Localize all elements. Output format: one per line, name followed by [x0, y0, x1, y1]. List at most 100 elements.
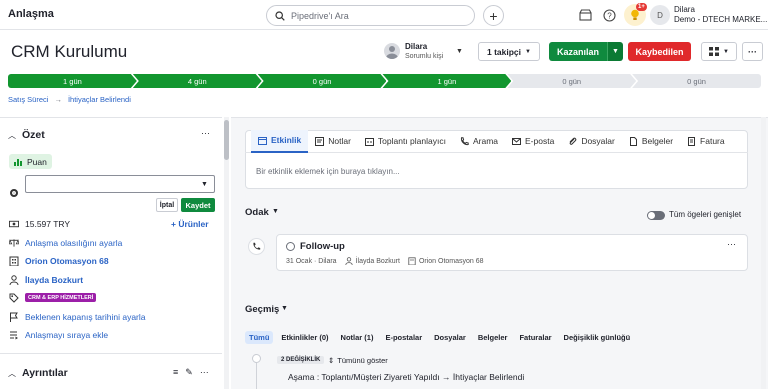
owner-name[interactable]: Dilara	[405, 42, 427, 51]
tab-label: Dosyalar	[581, 136, 615, 146]
search-input[interactable]	[291, 10, 461, 21]
tab-label: E-posta	[525, 136, 555, 146]
marketplace-icon[interactable]	[577, 7, 593, 23]
complete-checkbox[interactable]	[286, 242, 295, 251]
owner-avatar[interactable]	[384, 43, 400, 59]
follow-label: 1 takipçi	[487, 46, 522, 57]
radio-icon[interactable]	[10, 189, 18, 197]
chevron-up-icon[interactable]: ︿	[8, 368, 16, 379]
pencil-icon[interactable]: ✎	[185, 367, 193, 378]
help-icon[interactable]: ?	[601, 7, 617, 23]
mail-icon	[512, 137, 522, 146]
history-title[interactable]: Geçmiş	[245, 304, 279, 315]
phone-call-icon	[248, 238, 265, 255]
history-filter[interactable]: Notlar (1)	[337, 331, 378, 344]
tab-phone[interactable]: Arama	[453, 130, 505, 153]
activity-card[interactable]	[276, 234, 748, 271]
filter-icon[interactable]: ≡	[173, 367, 178, 378]
pipeline-stage[interactable]: 4 gün	[133, 74, 262, 88]
building-icon	[9, 256, 19, 266]
lost-button[interactable]: Kaybedilen	[628, 42, 691, 61]
probability-link[interactable]: Anlaşma olasılığını ayarla	[25, 238, 122, 248]
tab-note[interactable]: Notlar	[308, 130, 358, 153]
focus-title[interactable]: Odak	[245, 207, 269, 218]
chevron-up-icon[interactable]: ︿	[8, 130, 16, 141]
tab-scheduler[interactable]: Toplantı planlayıcı	[358, 130, 453, 153]
history-filter[interactable]: Belgeler	[474, 331, 512, 344]
composer-input[interactable]: Bir etkinlik eklemek için buraya tıklayı…	[256, 167, 400, 176]
chevron-down-icon[interactable]: ▼	[272, 208, 279, 215]
person-icon	[344, 257, 353, 265]
cancel-button[interactable]: İptal	[156, 198, 178, 212]
tab-paperclip[interactable]: Dosyalar	[561, 130, 622, 153]
show-all-label: Tümünü göster	[337, 356, 388, 365]
search-box[interactable]	[266, 5, 475, 26]
invoice-icon	[687, 136, 696, 146]
tab-document[interactable]: Belgeler	[622, 130, 680, 153]
organization-link[interactable]: Orion Otomasyon 68	[25, 256, 109, 266]
value-select[interactable]	[25, 175, 215, 193]
more-icon[interactable]: ···	[200, 367, 209, 378]
follow-button[interactable]: 1 takipçi ▼	[478, 42, 540, 61]
history-filter[interactable]: Dosyalar	[430, 331, 470, 344]
tab-label: Belgeler	[641, 136, 674, 146]
tab-label: Etkinlik	[271, 135, 302, 145]
sequence-link[interactable]: Anlaşmayı sıraya ekle	[25, 330, 108, 340]
show-all-button[interactable]: ⇕ Tümünü göster	[328, 356, 388, 365]
pipeline-stage[interactable]: 0 gün	[632, 74, 761, 88]
details-actions: ≡ ✎ ···	[173, 367, 209, 378]
deal-tag[interactable]: CRM & ERP HİZMETLERİ	[25, 293, 97, 302]
tab-mail[interactable]: E-posta	[505, 130, 561, 153]
activity-person[interactable]: İlayda Bozkurt	[344, 257, 400, 265]
score-badge[interactable]: Puan	[9, 154, 52, 169]
pipeline-stage[interactable]: 0 gün	[507, 74, 636, 88]
svg-text:?: ?	[607, 11, 612, 20]
expand-all-toggle[interactable]	[647, 211, 665, 220]
activity-org[interactable]: Orion Otomasyon 68	[408, 257, 484, 265]
history-filter[interactable]: Faturalar	[515, 331, 555, 344]
pipeline-stage[interactable]: 1 gün	[382, 74, 511, 88]
tab-invoice[interactable]: Fatura	[680, 130, 732, 153]
history-filter[interactable]: Tümü	[245, 331, 274, 344]
save-button[interactable]: Kaydet	[181, 198, 215, 212]
activity-org-name: Orion Otomasyon 68	[418, 257, 484, 265]
activity-meta: 31 Ocak · Dilara İlayda Bozkurt Orion Ot…	[286, 257, 484, 265]
changes-badge: 2 DEĞİŞİKLİK	[277, 356, 325, 364]
history-filter[interactable]: Değişiklik günlüğü	[560, 331, 635, 344]
tag-icon	[9, 293, 19, 303]
breadcrumb-stage[interactable]: İhtiyaçlar Belirlendi	[68, 95, 131, 104]
breadcrumb-pipeline[interactable]: Satış Süreci	[8, 95, 48, 104]
notification-badge: 1+	[636, 3, 647, 11]
activity-title[interactable]: Follow-up	[300, 241, 345, 252]
close-date-link[interactable]: Beklenen kapanış tarihini ayarla	[25, 312, 146, 322]
view-switch-button[interactable]: ▼	[701, 42, 737, 61]
building-icon	[408, 257, 416, 265]
timeline-dot	[252, 354, 261, 363]
more-actions-button[interactable]: ···	[742, 42, 763, 61]
chevron-down-icon[interactable]: ▼	[456, 48, 463, 55]
won-button[interactable]: Kazanılan	[549, 42, 607, 61]
tab-label: Fatura	[700, 136, 725, 146]
breadcrumb: Satış Süreci → İhtiyaçlar Belirlendi	[8, 95, 131, 104]
scheduler-icon	[364, 137, 374, 146]
deal-amount[interactable]: 15.597 TRY	[25, 219, 70, 229]
history-filter[interactable]: Etkinlikler (0)	[277, 331, 332, 344]
chevron-down-icon: ▼	[525, 48, 531, 55]
card-more-button[interactable]: ···	[727, 239, 736, 249]
calendar-icon	[258, 136, 267, 145]
add-button[interactable]: +	[483, 5, 504, 26]
tab-calendar[interactable]: Etkinlik	[251, 129, 309, 153]
pipeline-stage[interactable]: 0 gün	[258, 74, 387, 88]
right-scrollbar[interactable]	[761, 117, 766, 389]
won-dropdown-button[interactable]: ▼	[607, 42, 623, 61]
pipeline-stage[interactable]: 1 gün	[8, 74, 137, 88]
divider	[0, 353, 222, 354]
add-products-button[interactable]: + Ürünler	[171, 219, 209, 229]
chevron-down-icon[interactable]: ▼	[281, 305, 288, 312]
avatar[interactable]: D	[650, 5, 670, 25]
activity-person-name: İlayda Bozkurt	[355, 257, 400, 265]
history-filter[interactable]: E-postalar	[381, 331, 426, 344]
person-link[interactable]: İlayda Bozkurt	[25, 275, 83, 285]
left-scrollbar-thumb[interactable]	[224, 120, 229, 160]
summary-more-button[interactable]: ···	[201, 128, 210, 138]
